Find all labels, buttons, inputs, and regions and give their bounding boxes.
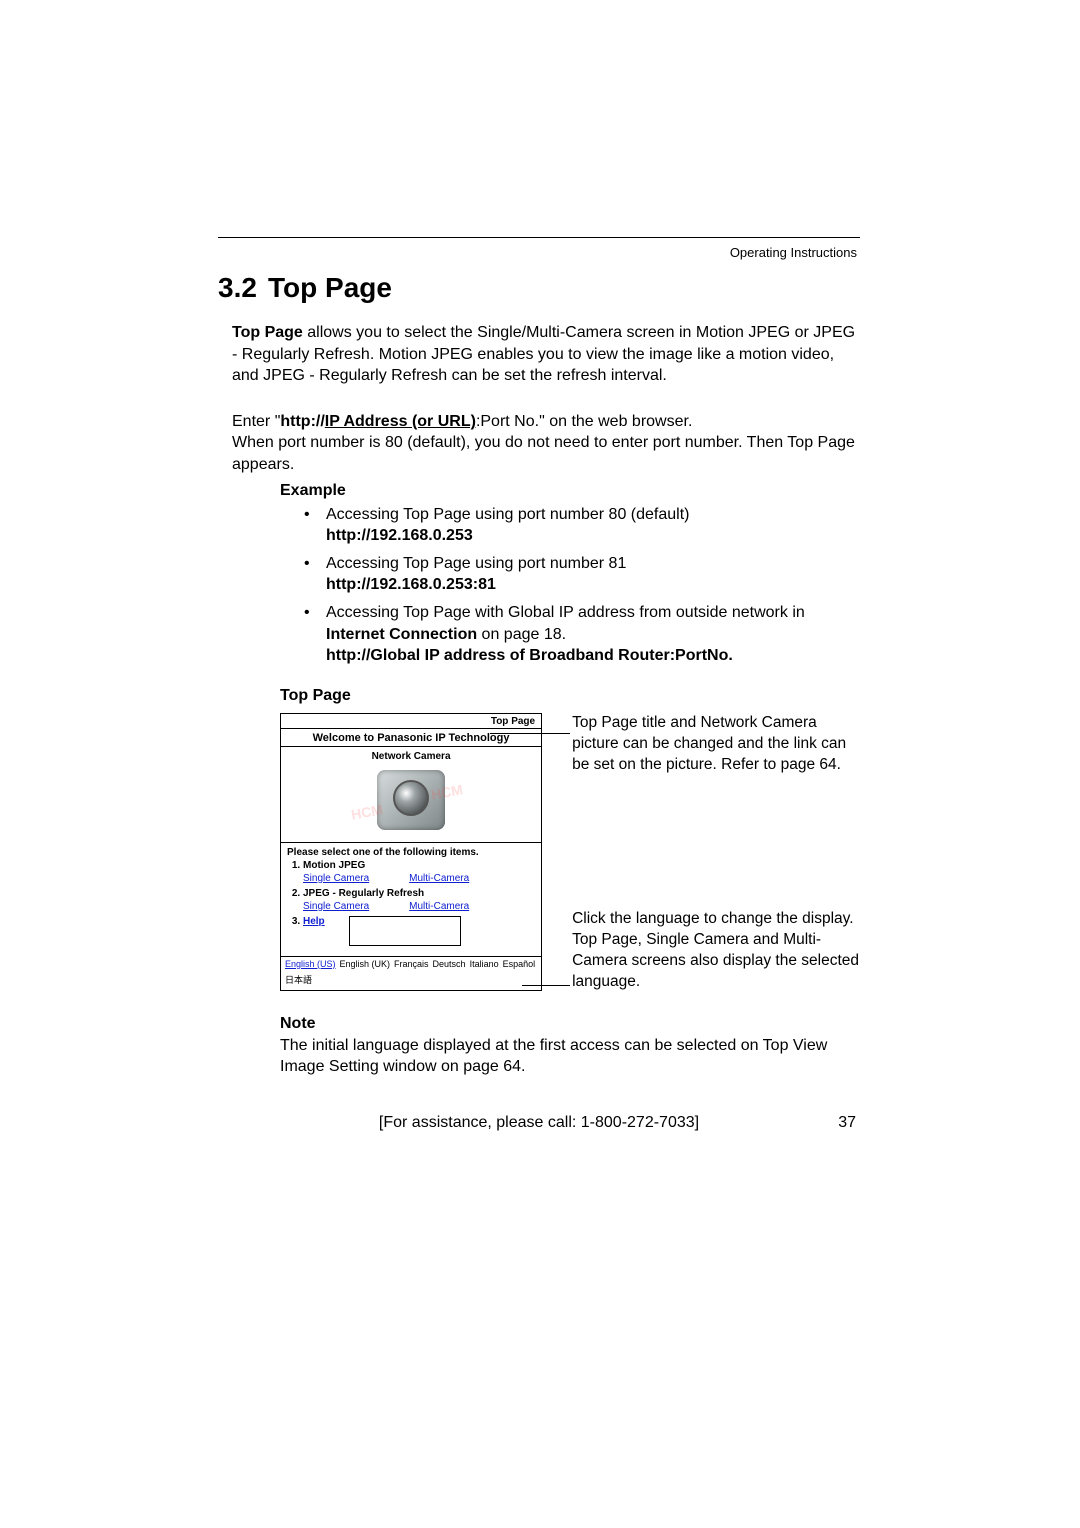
section-number: 3.2 — [218, 272, 268, 304]
page-number: 37 — [816, 1114, 856, 1132]
ex3-bold1: Internet Connection — [326, 626, 477, 643]
footer: [For assistance, please call: 1-800-272-… — [218, 1114, 860, 1132]
browser-post: :Port No." on the web browser. — [476, 413, 692, 430]
tp-prompt: Please select one of the following items… — [281, 843, 541, 860]
top-page-subhead: Top Page — [280, 687, 860, 705]
tp-item-motion-jpeg: Motion JPEG Single Camera Multi-Camera — [303, 860, 535, 884]
tp-item-list: Motion JPEG Single Camera Multi-Camera J… — [281, 860, 541, 956]
tp-item1-label: Motion JPEG — [303, 860, 365, 871]
tp-camera-image-wrap: HCM HCM — [281, 764, 541, 843]
tp-blank-box — [349, 916, 461, 946]
browser-pre: Enter " — [232, 413, 280, 430]
section-title-text: Top Page — [268, 272, 392, 303]
example-item-3: Accessing Top Page with Global IP addres… — [298, 602, 860, 667]
note-heading: Note — [280, 1015, 860, 1033]
tp-item-help: Help — [303, 916, 535, 946]
ex3-bold2: http://Global IP address of Broadband Ro… — [326, 647, 733, 664]
browser-http: http:// — [280, 413, 324, 430]
lang-option[interactable]: Deutsch — [433, 959, 466, 969]
ex1-url: http://192.168.0.253 — [326, 527, 473, 544]
lang-option[interactable]: Français — [394, 959, 429, 969]
callouts: Top Page title and Network Camera pictur… — [572, 713, 860, 993]
lang-option[interactable]: Italiano — [470, 959, 499, 969]
tp-item2-single-link[interactable]: Single Camera — [303, 901, 369, 912]
browser-line2: When port number is 80 (default), you do… — [232, 434, 855, 473]
tp-item1-multi-link[interactable]: Multi-Camera — [409, 873, 469, 884]
intro-lead: Top Page — [232, 324, 303, 341]
intro-body: allows you to select the Single/Multi-Ca… — [232, 324, 855, 384]
ex3-mid: on page 18. — [477, 626, 566, 643]
callout-bottom: Click the language to change the display… — [572, 909, 860, 993]
footer-assistance: [For assistance, please call: 1-800-272-… — [262, 1114, 816, 1132]
lang-option[interactable]: English (UK) — [340, 959, 391, 969]
tp-item1-single-link[interactable]: Single Camera — [303, 873, 369, 884]
tp-network-camera-label: Network Camera — [281, 747, 541, 764]
figure-row: Top Page Welcome to Panasonic IP Technol… — [280, 713, 860, 993]
lang-option[interactable]: 日本語 — [285, 973, 312, 986]
enter-url-paragraph: Enter "http://IP Address (or URL):Port N… — [232, 411, 860, 476]
example-label: Example — [280, 482, 860, 500]
camera-lens-shape — [393, 780, 429, 816]
document-page: Operating Instructions 3.2Top Page Top P… — [0, 0, 1080, 1528]
tp-help-link[interactable]: Help — [303, 916, 325, 927]
tp-language-bar: English (US) English (UK) Français Deuts… — [281, 956, 541, 990]
lang-option[interactable]: Español — [503, 959, 536, 969]
example-item-2: Accessing Top Page using port number 81 … — [298, 553, 860, 596]
ex2-url: http://192.168.0.253:81 — [326, 576, 496, 593]
ex1-text: Accessing Top Page using port number 80 … — [326, 506, 689, 523]
section-heading: 3.2Top Page — [218, 272, 860, 304]
content-area: 3.2Top Page Top Page allows you to selec… — [218, 272, 860, 1132]
tp-item2-multi-link[interactable]: Multi-Camera — [409, 901, 469, 912]
callout-line-bottom — [522, 985, 570, 986]
top-page-mock: Top Page Welcome to Panasonic IP Technol… — [280, 713, 542, 991]
intro-paragraph: Top Page allows you to select the Single… — [232, 322, 860, 387]
tp-welcome: Welcome to Panasonic IP Technology — [281, 729, 541, 747]
header-rule — [218, 237, 860, 238]
example-list: Accessing Top Page using port number 80 … — [298, 504, 860, 667]
header-label: Operating Instructions — [730, 245, 857, 260]
browser-ipurl: IP Address (or URL) — [325, 413, 476, 430]
example-item-1: Accessing Top Page using port number 80 … — [298, 504, 860, 547]
tp-item2-label: JPEG - Regularly Refresh — [303, 888, 424, 899]
tp-header: Top Page — [281, 714, 541, 729]
note-body: The initial language displayed at the fi… — [280, 1035, 860, 1078]
camera-icon: HCM HCM — [371, 764, 451, 836]
ex3-pre: Accessing Top Page with Global IP addres… — [326, 604, 805, 621]
callout-top: Top Page title and Network Camera pictur… — [572, 713, 860, 776]
tp-item-jpeg-refresh: JPEG - Regularly Refresh Single Camera M… — [303, 888, 535, 912]
ex2-text: Accessing Top Page using port number 81 — [326, 555, 626, 572]
callout-line-top — [490, 733, 570, 734]
lang-selected[interactable]: English (US) — [285, 959, 336, 969]
